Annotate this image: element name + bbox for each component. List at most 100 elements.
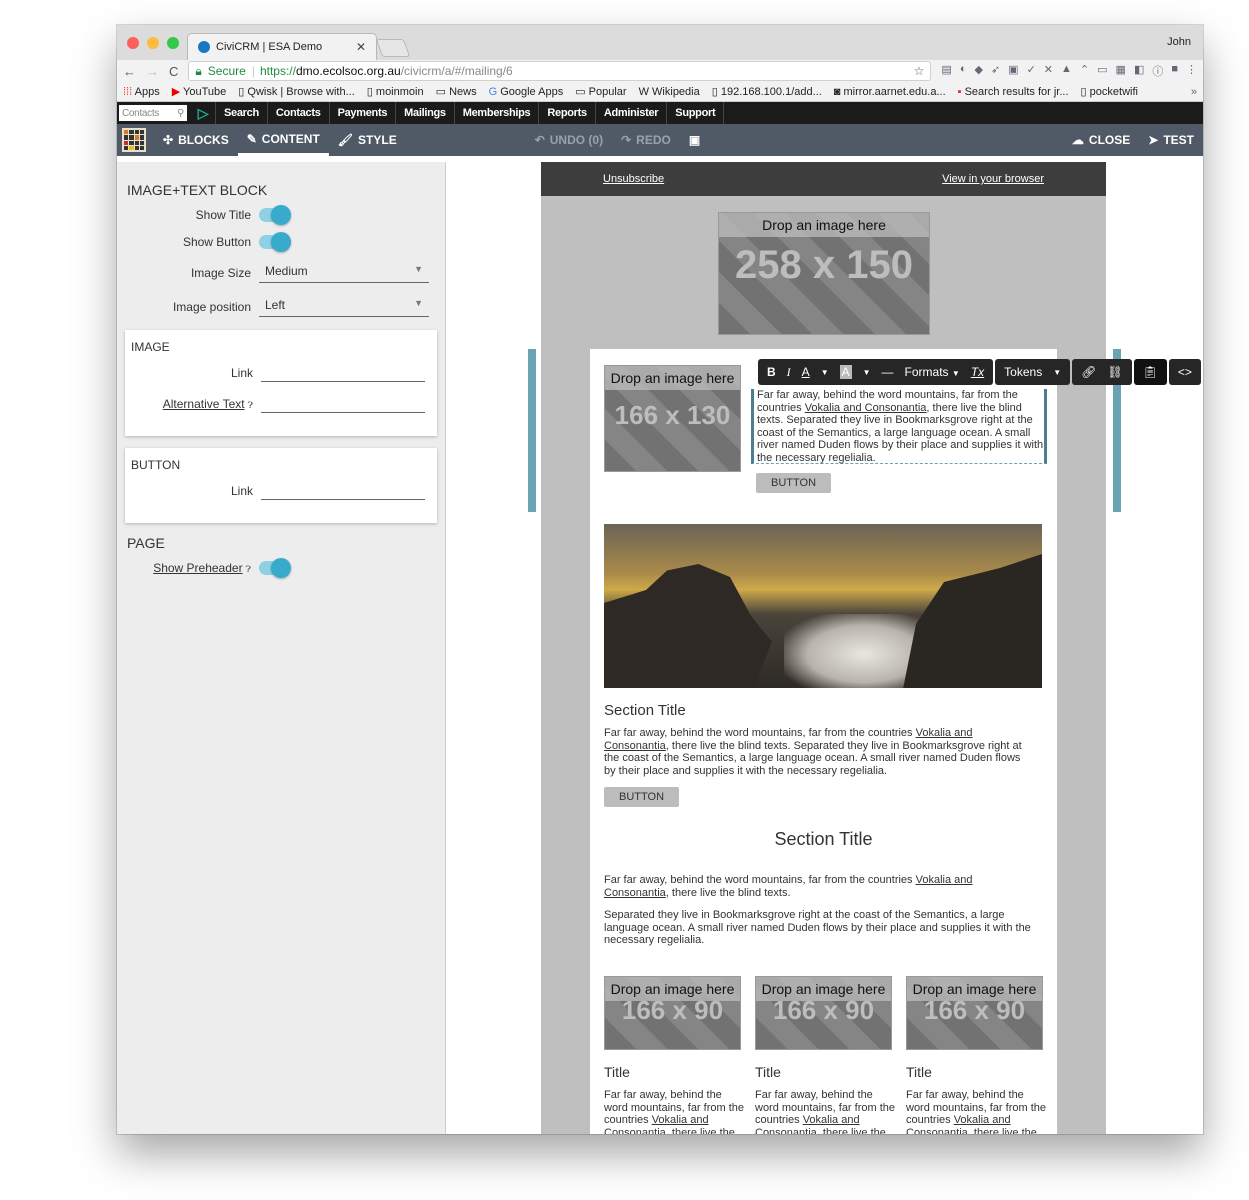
clear-formatting-button[interactable]: Tx <box>971 365 984 379</box>
formats-dropdown[interactable]: Formats ▼ <box>905 365 960 379</box>
extension-icon[interactable]: ✓ <box>1027 63 1036 79</box>
extension-icon[interactable]: ◧ <box>1134 63 1144 79</box>
civicrm-logo-icon[interactable]: ▷ <box>191 105 215 122</box>
help-icon[interactable]: ❓︎ <box>246 564 251 574</box>
browser-tab[interactable]: CiviCRM | ESA Demo ✕ <box>187 33 377 60</box>
close-tab-icon[interactable]: ✕ <box>356 40 366 54</box>
column-text[interactable]: Far far away, behind the word mountains,… <box>906 1089 1046 1134</box>
column-image-placeholder[interactable]: Drop an image here 166 x 90 <box>906 976 1043 1050</box>
column-image-placeholder[interactable]: Drop an image here 166 x 90 <box>604 976 741 1050</box>
column-text[interactable]: Far far away, behind the word mountains,… <box>604 1089 744 1134</box>
block-image-placeholder[interactable]: Drop an image here 166 x 130 <box>604 365 741 472</box>
extension-icon[interactable]: ■ <box>1171 63 1178 79</box>
section-text[interactable]: Far far away, behind the word mountains,… <box>604 727 1034 777</box>
horizontal-rule-button[interactable]: — <box>882 365 894 379</box>
extension-icon[interactable]: ◐ <box>960 63 967 79</box>
link-icon[interactable]: 🔗︎ <box>1081 365 1096 379</box>
italic-button[interactable]: I <box>787 365 791 380</box>
view-in-browser-link[interactable]: View in your browser <box>942 173 1044 185</box>
block-text-editor[interactable]: Far far away, behind the word mountains,… <box>751 389 1047 464</box>
test-button[interactable]: ➤ TEST <box>1139 124 1203 156</box>
extension-icon[interactable]: ✕ <box>1044 63 1053 79</box>
bookmark-qwisk[interactable]: ▯ Qwisk | Browse with... <box>238 85 355 98</box>
section-button[interactable]: BUTTON <box>604 787 680 807</box>
block-button[interactable]: BUTTON <box>756 473 832 493</box>
back-icon[interactable]: ← <box>123 64 136 79</box>
hero-photo[interactable] <box>604 524 1042 688</box>
extension-icon[interactable]: ⌃ <box>1080 63 1089 79</box>
bookmark-wikipedia[interactable]: W Wikipedia <box>639 86 700 98</box>
unlink-icon[interactable]: ⛓ <box>1107 365 1122 379</box>
image-size-select[interactable]: Medium ▼ <box>259 262 429 283</box>
close-button[interactable]: ☁ CLOSE <box>1063 124 1139 156</box>
show-preheader-toggle[interactable] <box>259 558 291 578</box>
section-title-centered[interactable]: Section Title <box>590 829 1057 850</box>
show-button-toggle[interactable] <box>259 232 291 252</box>
bookmark-mirror[interactable]: ◙ mirror.aarnet.edu.a... <box>834 86 946 98</box>
logo-image-placeholder[interactable]: Drop an image here 258 x 150 <box>718 212 930 335</box>
blocks-tab[interactable]: ✣ BLOCKS <box>154 124 238 156</box>
extension-icon[interactable]: ▲ <box>1061 63 1072 79</box>
source-code-button[interactable]: <> <box>1168 359 1201 385</box>
menu-search[interactable]: Search <box>215 102 267 124</box>
minimize-window-button[interactable] <box>147 37 159 49</box>
section-paragraph-2[interactable]: Separated they live in Bookmarksgrove ri… <box>604 909 1039 947</box>
extension-icon[interactable]: ◆ <box>974 63 982 79</box>
caret-down-icon[interactable]: ▼ <box>821 368 829 377</box>
image-link-input[interactable] <box>261 364 425 382</box>
address-bar[interactable]: 🔒︎ Secure | https:// dmo.ecolsoc.org.au … <box>188 61 932 81</box>
background-color-button[interactable]: A <box>839 365 852 379</box>
reload-icon[interactable]: C <box>169 64 178 79</box>
menu-memberships[interactable]: Memberships <box>453 102 539 124</box>
more-bookmarks-button[interactable]: » <box>1191 86 1197 98</box>
image-position-select[interactable]: Left ▼ <box>259 296 429 317</box>
bookmark-star-icon[interactable]: ☆ <box>914 64 925 78</box>
style-tab[interactable]: 🖌︎ STYLE <box>329 124 406 156</box>
preview-image-button[interactable]: ▣ <box>680 124 709 156</box>
show-title-toggle[interactable] <box>259 205 291 225</box>
bookmark-popular[interactable]: ▭ Popular <box>575 85 626 98</box>
bookmark-pocketwifi[interactable]: ▯ pocketwifi <box>1081 85 1138 98</box>
tokens-dropdown[interactable]: Tokens ▼ <box>995 359 1071 385</box>
undo-button[interactable]: ↶ UNDO (0) <box>526 124 612 156</box>
section-title[interactable]: Section Title <box>604 702 686 719</box>
menu-kebab-icon[interactable]: ⋮ <box>1186 63 1197 79</box>
preheader-block[interactable]: Unsubscribe View in your browser <box>541 162 1106 196</box>
close-window-button[interactable] <box>127 37 139 49</box>
menu-support[interactable]: Support <box>666 102 725 124</box>
bookmark-google-apps[interactable]: G Google Apps <box>489 86 564 98</box>
bookmark-news[interactable]: ▭ News <box>436 85 477 98</box>
menu-mailings[interactable]: Mailings <box>395 102 454 124</box>
extension-icon[interactable]: ▭ <box>1097 63 1107 79</box>
menu-administer[interactable]: Administer <box>594 102 666 124</box>
text-color-button[interactable]: A <box>802 365 810 379</box>
profile-name[interactable]: John <box>1167 36 1191 48</box>
button-link-input[interactable] <box>261 482 425 500</box>
bookmark-apps[interactable]: ⁞⁞⁞ Apps <box>123 86 160 98</box>
extension-icon[interactable]: ⓘ <box>1152 63 1163 79</box>
extension-icon[interactable]: ➶ <box>991 63 1000 79</box>
forward-icon[interactable]: → <box>146 64 159 79</box>
redo-button[interactable]: ↷ REDO <box>612 124 680 156</box>
column-title[interactable]: Title <box>604 1064 630 1080</box>
bookmark-search-results[interactable]: ▪ Search results for jr... <box>958 86 1069 98</box>
menu-contacts[interactable]: Contacts <box>266 102 329 124</box>
extension-icon[interactable]: ▤ <box>941 63 951 79</box>
section-paragraph-1[interactable]: Far far away, behind the word mountains,… <box>604 874 1039 899</box>
alt-text-input[interactable] <box>261 395 425 413</box>
extension-icon[interactable]: ▣ <box>1008 63 1018 79</box>
vokalia-link[interactable]: Vokalia and Consonantia <box>805 402 927 414</box>
unsubscribe-link[interactable]: Unsubscribe <box>603 173 664 185</box>
column-title[interactable]: Title <box>755 1064 781 1080</box>
help-icon[interactable]: ❓︎ <box>248 400 253 410</box>
menu-reports[interactable]: Reports <box>538 102 594 124</box>
content-tab[interactable]: ✎ CONTENT <box>237 124 329 156</box>
bookmark-moinmoin[interactable]: ▯ moinmoin <box>367 85 424 98</box>
bold-button[interactable]: B <box>767 365 776 379</box>
extension-icon[interactable]: ▦ <box>1116 63 1126 79</box>
bookmark-youtube[interactable]: ▶ YouTube <box>172 85 227 98</box>
maximize-window-button[interactable] <box>167 37 179 49</box>
bookmark-router[interactable]: ▯ 192.168.100.1/add... <box>712 85 822 98</box>
quicksearch-input[interactable]: Contacts ⚲ <box>119 105 187 121</box>
column-text[interactable]: Far far away, behind the word mountains,… <box>755 1089 895 1134</box>
